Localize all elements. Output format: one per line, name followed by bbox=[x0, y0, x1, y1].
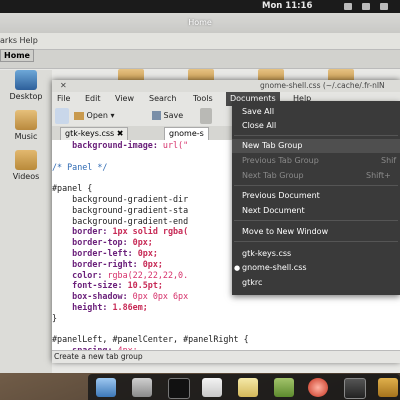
open-label: Open bbox=[86, 111, 108, 120]
menu-item-doc-gtk-keys[interactable]: gtk-keys.css bbox=[242, 249, 291, 258]
chevron-down-icon: ▾ bbox=[110, 111, 115, 120]
folder-open-icon bbox=[74, 111, 84, 120]
save-button[interactable]: Save bbox=[152, 108, 183, 124]
close-icon[interactable]: ✕ bbox=[60, 80, 67, 92]
notes-icon[interactable] bbox=[238, 378, 258, 397]
sidebar-item-label: Videos bbox=[12, 172, 40, 181]
menu-separator bbox=[234, 241, 398, 242]
videos-folder-icon bbox=[15, 150, 37, 170]
menu-accel: Shift+ bbox=[366, 171, 391, 180]
code-line: } bbox=[52, 312, 58, 323]
menu-item-previous-tab-group[interactable]: Previous Tab Group bbox=[242, 156, 319, 165]
menu-file[interactable]: File bbox=[57, 92, 70, 106]
dock bbox=[88, 374, 400, 400]
media-icon[interactable] bbox=[308, 378, 328, 397]
menu-item-close-all[interactable]: Close All bbox=[242, 121, 276, 130]
menu-view[interactable]: View bbox=[115, 92, 134, 106]
file-manager-pathbar bbox=[0, 49, 400, 69]
menu-item-next-tab-group[interactable]: Next Tab Group bbox=[242, 171, 304, 180]
menu-item-doc-gnome-shell[interactable]: gnome-shell.css bbox=[242, 263, 307, 272]
audio-icon[interactable] bbox=[378, 378, 398, 397]
sidebar-item-videos[interactable]: Videos bbox=[0, 150, 52, 181]
editor-titlebar: ✕ gnome-shell.css (~/.cache/.fr-nIN bbox=[52, 80, 400, 92]
menu-search[interactable]: Search bbox=[149, 92, 176, 106]
monitor-icon[interactable] bbox=[344, 378, 366, 399]
menu-separator bbox=[234, 220, 398, 221]
archive-icon[interactable] bbox=[274, 378, 294, 397]
current-document-bullet-icon: ● bbox=[234, 264, 241, 272]
text-editor-icon[interactable] bbox=[202, 378, 222, 397]
tab-label: gtk-keys.css bbox=[65, 129, 115, 138]
menu-item-save-all[interactable]: Save All bbox=[242, 107, 274, 116]
volume-icon[interactable] bbox=[362, 3, 370, 10]
network-icon[interactable] bbox=[344, 3, 352, 10]
file-manager-menubar[interactable]: arks Help bbox=[0, 33, 400, 49]
sidebar-item-label: Music bbox=[14, 132, 38, 141]
sidebar-item-label: Desktop bbox=[9, 92, 43, 101]
save-icon bbox=[152, 111, 161, 120]
save-label: Save bbox=[163, 111, 184, 120]
menu-item-previous-document[interactable]: Previous Document bbox=[242, 191, 320, 200]
menu-separator bbox=[234, 185, 398, 186]
menu-item-move-to-new-window[interactable]: Move to New Window bbox=[242, 227, 328, 236]
close-icon[interactable]: ✖ bbox=[117, 129, 124, 138]
new-document-icon[interactable] bbox=[55, 108, 69, 124]
open-button[interactable]: Open ▾ bbox=[74, 108, 114, 124]
tab-gtk-keys[interactable]: gtk-keys.css ✖ bbox=[60, 127, 129, 140]
menu-item-next-document[interactable]: Next Document bbox=[242, 206, 305, 215]
status-bar: Create a new tab group bbox=[52, 350, 400, 363]
tab-gnome-shell[interactable]: gnome-s bbox=[164, 127, 209, 140]
menu-item-doc-gtkrc[interactable]: gtkrc bbox=[242, 278, 262, 287]
file-manager-title: Home bbox=[0, 13, 400, 33]
code-line: #panelLeft, #panelCenter, #panelRight { bbox=[52, 334, 249, 345]
desktop-icon bbox=[15, 70, 37, 90]
drive-icon[interactable] bbox=[132, 378, 152, 397]
music-folder-icon bbox=[15, 110, 37, 130]
window-title: gnome-shell.css (~/.cache/.fr-nIN bbox=[260, 81, 385, 90]
path-crumb-home[interactable]: Home bbox=[0, 49, 34, 62]
sidebar-item-music[interactable]: Music bbox=[0, 110, 52, 141]
tab-label: gnome-s bbox=[169, 129, 204, 138]
menu-edit[interactable]: Edit bbox=[85, 92, 101, 106]
menu-accel: Shif bbox=[381, 156, 397, 165]
file-manager-sidebar: Desktop Music Videos bbox=[0, 70, 52, 373]
code-line: height: 1.86em; bbox=[52, 301, 148, 312]
sidebar-item-desktop[interactable]: Desktop bbox=[0, 70, 52, 101]
top-bar: Mon 11:16 bbox=[0, 0, 400, 13]
battery-icon[interactable] bbox=[380, 3, 388, 10]
terminal-icon[interactable] bbox=[168, 378, 190, 399]
clock[interactable]: Mon 11:16 bbox=[262, 1, 312, 11]
menu-item-new-tab-group[interactable]: New Tab Group bbox=[242, 141, 302, 150]
menu-separator bbox=[234, 135, 398, 136]
settings-icon[interactable] bbox=[96, 378, 116, 397]
documents-menu: Save All Close All New Tab Group Previou… bbox=[232, 101, 400, 295]
print-icon[interactable] bbox=[200, 108, 212, 124]
menu-tools[interactable]: Tools bbox=[193, 92, 213, 106]
